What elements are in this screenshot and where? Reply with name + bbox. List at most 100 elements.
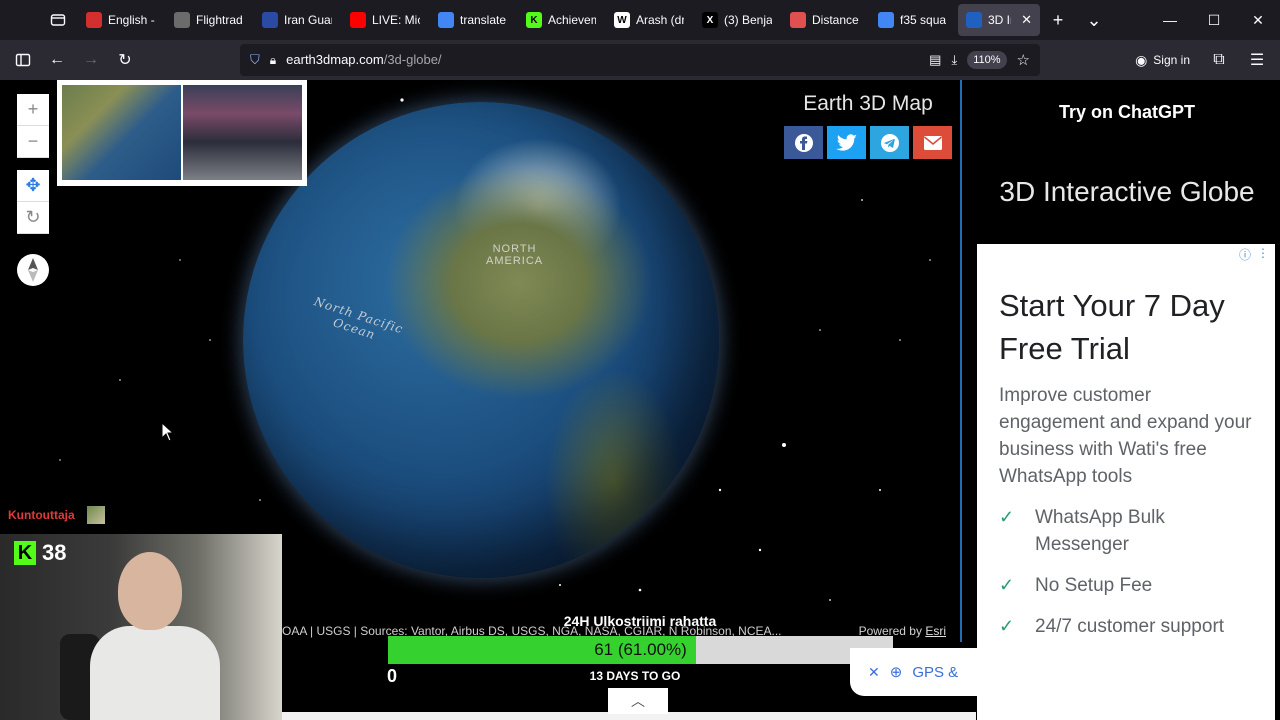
new-tab-button[interactable]: + bbox=[1040, 4, 1076, 36]
checkmark-icon: ✓ bbox=[999, 616, 1015, 636]
tab-label: English - bbox=[108, 13, 155, 27]
tab-list-icon[interactable] bbox=[38, 0, 78, 40]
site-title: Earth 3D Map bbox=[803, 92, 933, 115]
close-window-button[interactable]: ✕ bbox=[1236, 0, 1280, 40]
gps-label: GPS & bbox=[912, 663, 959, 681]
twitter-bird-icon bbox=[835, 133, 857, 151]
browser-tab[interactable]: X (3) Benja bbox=[694, 4, 780, 36]
zoom-in-button[interactable]: + bbox=[17, 94, 49, 126]
telegram-icon bbox=[880, 133, 899, 152]
close-icon[interactable]: ✕ bbox=[868, 664, 880, 681]
tab-close-icon[interactable]: ✕ bbox=[1021, 12, 1032, 28]
minimize-button[interactable]: — bbox=[1148, 0, 1192, 40]
satellite-map-thumbnail[interactable] bbox=[62, 85, 181, 180]
browser-tab[interactable]: Flightrad bbox=[166, 4, 252, 36]
zoom-level-badge[interactable]: 110% bbox=[967, 51, 1007, 69]
save-page-icon[interactable]: ⤓ bbox=[951, 52, 957, 68]
zoom-out-button[interactable]: − bbox=[17, 126, 49, 158]
esri-link[interactable]: Esri bbox=[925, 624, 946, 638]
wikipedia-icon: W bbox=[614, 12, 630, 28]
url-path: /3d-globe/ bbox=[383, 52, 442, 67]
window-controls: — ☐ ✕ bbox=[1148, 0, 1280, 40]
try-on-chatgpt-link[interactable]: Try on ChatGPT bbox=[1000, 102, 1254, 123]
tab-bar: English - Flightrad Iran Guar LIVE: Mic tran… bbox=[0, 0, 1280, 40]
checkmark-icon: ✓ bbox=[999, 507, 1015, 527]
webcam-person-body bbox=[90, 626, 220, 720]
kick-viewer-badge: K 38 bbox=[14, 540, 66, 566]
advertisement[interactable]: ⓘ ⋮ Start Your 7 Day Free Trial Improve … bbox=[977, 244, 1275, 720]
forward-button[interactable]: → bbox=[74, 44, 108, 76]
email-share-button[interactable] bbox=[913, 126, 952, 159]
ad-info-controls: ⓘ ⋮ bbox=[1239, 246, 1269, 263]
browser-tab[interactable]: Iran Guar bbox=[254, 4, 340, 36]
google-icon bbox=[878, 12, 894, 28]
browser-tab[interactable]: LIVE: Mic bbox=[342, 4, 428, 36]
chat-user-badge: Kuntouttaja bbox=[8, 506, 105, 524]
pan-icon[interactable]: ✥ bbox=[17, 170, 49, 202]
app-menu-icon[interactable]: ☰ bbox=[1240, 44, 1274, 76]
share-buttons bbox=[784, 126, 952, 159]
view-mode-thumbnails bbox=[57, 80, 307, 186]
street-view-thumbnail[interactable] bbox=[183, 85, 302, 180]
google-icon bbox=[438, 12, 454, 28]
ad-feature-item: ✓ No Setup Fee bbox=[999, 572, 1255, 599]
tab-label: translate bbox=[460, 13, 507, 27]
telegram-share-button[interactable] bbox=[870, 126, 909, 159]
rotate-icon[interactable]: ↻ bbox=[17, 202, 49, 234]
ad-feature-label: 24/7 customer support bbox=[1035, 616, 1225, 637]
twitter-share-button[interactable] bbox=[827, 126, 866, 159]
ad-menu-icon[interactable]: ⋮ bbox=[1257, 246, 1269, 263]
lock-icon[interactable]: 🔒︎ bbox=[270, 53, 276, 68]
tab-overflow-chevron-icon[interactable]: ⌄ bbox=[1076, 4, 1112, 36]
browser-tab[interactable]: f35 squa bbox=[870, 4, 956, 36]
ad-body: Improve customer engagement and expand y… bbox=[999, 385, 1252, 487]
kick-logo-icon: K bbox=[14, 541, 36, 565]
envelope-icon bbox=[923, 135, 942, 150]
ad-title[interactable]: Start Your 7 Day Free Trial bbox=[999, 284, 1255, 370]
ad-feature-label: WhatsApp Bulk Messenger bbox=[1035, 507, 1165, 555]
ad-feature-item: ✓ WhatsApp Bulk Messenger bbox=[999, 504, 1255, 558]
browser-tab[interactable]: W Arash (dr bbox=[606, 4, 692, 36]
goal-progress-text: 61 (61.00%) bbox=[594, 640, 687, 659]
checkmark-icon: ✓ bbox=[999, 575, 1015, 595]
reader-view-icon[interactable]: ▤ bbox=[929, 52, 941, 68]
ad-feature-item: ✓ 24/7 customer support bbox=[999, 613, 1255, 640]
browser-tab[interactable]: translate bbox=[430, 4, 516, 36]
earth-globe[interactable] bbox=[243, 102, 719, 578]
reload-button[interactable]: ↻ bbox=[108, 44, 142, 76]
url-host: earth3dmap.com bbox=[286, 52, 384, 67]
youtube-icon bbox=[350, 12, 366, 28]
chevron-up-icon[interactable]: ︿ bbox=[608, 688, 668, 714]
map-icon bbox=[790, 12, 806, 28]
bookmark-star-icon[interactable]: ☆ bbox=[1017, 51, 1030, 69]
browser-tab[interactable]: Distance bbox=[782, 4, 868, 36]
gps-widget[interactable]: ✕ ⊕ GPS & bbox=[850, 648, 978, 696]
tracking-shield-icon[interactable]: ⛉ bbox=[250, 52, 260, 68]
toolbar-right: ◉ Sign in ⧉ ☰ bbox=[1127, 44, 1280, 76]
sidebar-toggle-icon[interactable] bbox=[6, 44, 40, 76]
ad-feature-label: No Setup Fee bbox=[1035, 575, 1153, 596]
facebook-share-button[interactable] bbox=[784, 126, 823, 159]
extensions-icon[interactable]: ⧉ bbox=[1202, 44, 1236, 76]
webcam-person-head bbox=[118, 552, 182, 630]
address-bar[interactable]: ⛉ 🔒︎ earth3dmap.com/3d-globe/ ▤ ⤓ 110% ☆ bbox=[240, 44, 1040, 76]
goal-start-value: 0 bbox=[387, 666, 398, 686]
goal-progress-bar: 61 (61.00%) bbox=[388, 636, 893, 664]
compass-icon[interactable] bbox=[17, 254, 49, 286]
tab-strip: English - Flightrad Iran Guar LIVE: Mic tran… bbox=[78, 4, 1040, 36]
goal-days-remaining: 13 DAYS TO GO bbox=[589, 669, 681, 683]
ad-info-icon[interactable]: ⓘ bbox=[1239, 246, 1251, 263]
user-avatar bbox=[86, 506, 105, 524]
tab-label: Iran Guar bbox=[284, 13, 332, 27]
browser-tab[interactable]: 3D Inte ✕ bbox=[958, 4, 1040, 36]
tab-label: 3D Inte bbox=[988, 13, 1011, 27]
browser-tab[interactable]: K Achievem bbox=[518, 4, 604, 36]
map-controls: + − ✥ ↻ bbox=[17, 94, 49, 234]
globe-icon bbox=[966, 12, 982, 28]
sign-in-button[interactable]: ◉ Sign in bbox=[1127, 52, 1198, 69]
tab-label: LIVE: Mic bbox=[372, 13, 420, 27]
back-button[interactable]: ← bbox=[40, 44, 74, 76]
browser-tab[interactable]: English - bbox=[78, 4, 164, 36]
maximize-button[interactable]: ☐ bbox=[1192, 0, 1236, 40]
tab-label: (3) Benja bbox=[724, 13, 772, 27]
